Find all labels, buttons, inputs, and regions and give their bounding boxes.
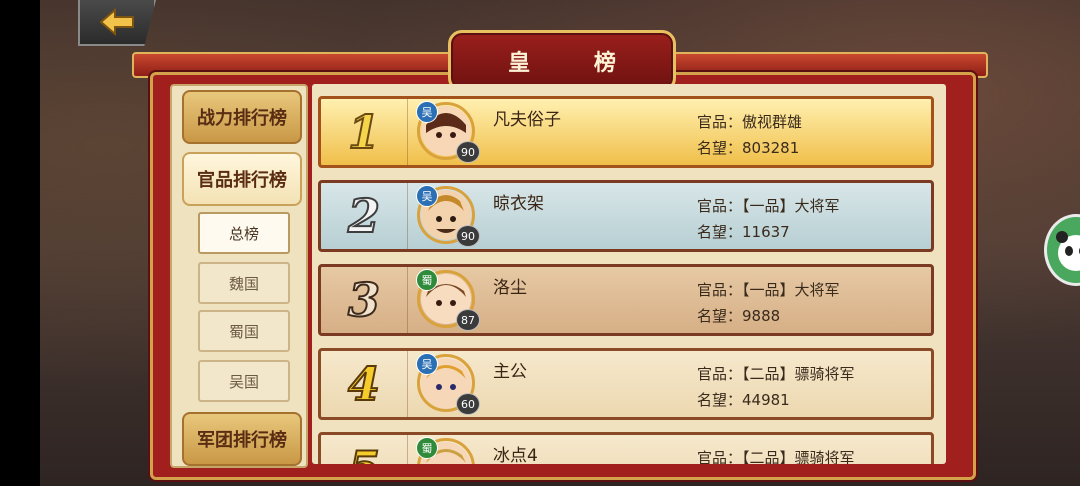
- player-name: 冰点4: [493, 446, 538, 464]
- tab-power-ranking[interactable]: 战力排行榜: [182, 90, 302, 144]
- tab-legion-ranking[interactable]: 军团排行榜: [182, 412, 302, 466]
- rank-number: 2: [347, 188, 381, 244]
- kingdom-badge: 吴: [416, 353, 438, 375]
- ranking-row[interactable]: 3 蜀 87 洛尘 官品：【一品】大将军 名望：9888: [318, 264, 934, 336]
- rank-badge: 5: [321, 435, 408, 464]
- subtab-shu[interactable]: 蜀国: [198, 310, 290, 352]
- ranking-list[interactable]: 1 吴 90 凡夫俗子 官品：傲视群雄 名望：803281 2 吴 90 晾衣架…: [312, 84, 946, 464]
- official-rank: 官品：【二品】骠骑将军: [697, 365, 855, 383]
- prestige: 名望：44981: [697, 391, 790, 409]
- kingdom-badge: 吴: [416, 185, 438, 207]
- ranking-row[interactable]: 2 吴 90 晾衣架 官品：【一品】大将军 名望：11637: [318, 180, 934, 252]
- ranking-row[interactable]: 1 吴 90 凡夫俗子 官品：傲视群雄 名望：803281: [318, 96, 934, 168]
- official-rank: 官品：傲视群雄: [697, 113, 803, 131]
- player-info: 官品：【一品】大将军 名望：9888: [697, 277, 840, 329]
- screen-edge: [0, 0, 40, 486]
- prestige: 名望：803281: [697, 139, 800, 157]
- prestige: 名望：9888: [697, 307, 781, 325]
- rank-number: 3: [347, 272, 381, 328]
- ranking-row[interactable]: 4 吴 60 主公 官品：【二品】骠骑将军 名望：44981: [318, 348, 934, 420]
- rank-number: 1: [347, 104, 381, 160]
- player-info: 官品：【二品】骠骑将军 名望：44981: [697, 361, 855, 413]
- avatar: 蜀 87: [416, 269, 480, 331]
- ranking-row[interactable]: 5 蜀 冰点4 官品：【二品】骠骑将军: [318, 432, 934, 464]
- rank-number: 5: [347, 440, 381, 464]
- player-name: 凡夫俗子: [493, 110, 561, 130]
- rank-badge: 2: [321, 183, 408, 249]
- official-rank: 官品：【一品】大将军: [697, 281, 840, 299]
- rank-badge: 3: [321, 267, 408, 333]
- level-badge: 90: [456, 141, 480, 163]
- player-info: 官品：【一品】大将军 名望：11637: [697, 193, 840, 245]
- official-rank: 官品：【一品】大将军: [697, 197, 840, 215]
- subtab-wei[interactable]: 魏国: [198, 262, 290, 304]
- rank-badge: 4: [321, 351, 408, 417]
- player-info: 官品：傲视群雄 名望：803281: [697, 109, 802, 161]
- subtab-overall[interactable]: 总榜: [198, 212, 290, 254]
- panda-avatar-icon: [1056, 231, 1080, 271]
- level-badge: 90: [456, 225, 480, 247]
- prestige: 名望：11637: [697, 223, 790, 241]
- title-plate: 皇 榜: [448, 30, 676, 92]
- player-name: 洛尘: [493, 278, 527, 298]
- back-arrow-icon: [99, 8, 134, 36]
- panda-avatar-button[interactable]: [1044, 214, 1080, 286]
- kingdom-badge: 蜀: [416, 437, 438, 459]
- player-name: 主公: [493, 362, 527, 382]
- player-info: 官品：【二品】骠骑将军: [697, 445, 855, 464]
- kingdom-badge: 吴: [416, 101, 438, 123]
- avatar: 吴 90: [416, 185, 480, 247]
- official-rank: 官品：【二品】骠骑将军: [697, 449, 855, 464]
- category-sidebar: 战力排行榜 官品排行榜 总榜 魏国 蜀国 吴国 军团排行榜: [170, 84, 308, 468]
- back-button[interactable]: [78, 0, 156, 46]
- avatar: 吴 90: [416, 101, 480, 163]
- kingdom-badge: 蜀: [416, 269, 438, 291]
- subtab-wu[interactable]: 吴国: [198, 360, 290, 402]
- avatar: 吴 60: [416, 353, 480, 415]
- avatar: 蜀: [416, 437, 475, 464]
- rank-badge: 1: [321, 99, 408, 165]
- page-title: 皇 榜: [508, 51, 644, 76]
- rank-number: 4: [347, 356, 381, 412]
- tab-official-ranking[interactable]: 官品排行榜: [182, 152, 302, 206]
- level-badge: 60: [456, 393, 480, 415]
- player-name: 晾衣架: [493, 194, 544, 214]
- level-badge: 87: [456, 309, 480, 331]
